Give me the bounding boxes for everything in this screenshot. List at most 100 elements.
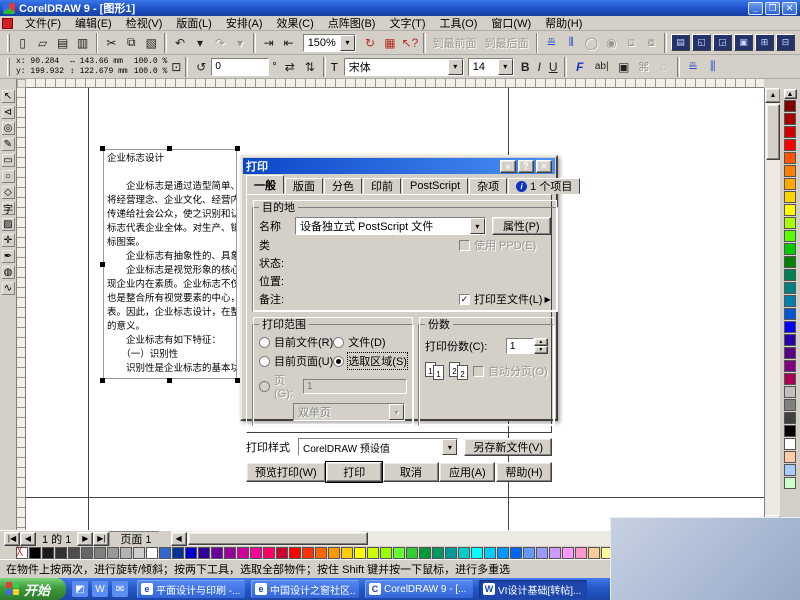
export-icon[interactable]: ⇤ xyxy=(279,33,299,53)
palette-swatch[interactable] xyxy=(784,412,796,424)
quicklaunch-media-icon[interactable]: ◩ xyxy=(72,581,88,597)
palette-swatch[interactable] xyxy=(237,547,249,559)
font-family-combo[interactable]: 宋体 ▾ xyxy=(344,58,464,76)
dialog-tab[interactable]: 杂项 xyxy=(469,178,507,194)
html-text-icon[interactable]: ⌘ xyxy=(634,57,654,77)
palette-swatch[interactable] xyxy=(784,477,796,489)
palette-swatch[interactable] xyxy=(406,547,418,559)
palette-swatch[interactable] xyxy=(784,282,796,294)
redo-icon[interactable]: ↷ xyxy=(210,33,230,53)
palette-swatch[interactable] xyxy=(328,547,340,559)
palette-swatch[interactable] xyxy=(419,547,431,559)
zoom-tool[interactable]: ◎ xyxy=(1,121,16,136)
toolbar-grip[interactable] xyxy=(7,58,10,76)
help-button[interactable]: 帮助(H) xyxy=(496,462,552,482)
menu-item[interactable]: 文件(F) xyxy=(18,14,68,32)
freehand-tool[interactable]: ✎ xyxy=(1,137,16,152)
selection-handle[interactable] xyxy=(100,378,105,383)
no-fill-swatch[interactable] xyxy=(16,547,28,559)
minimize-button[interactable]: _ xyxy=(748,2,763,15)
combine-icon[interactable]: ⧇ xyxy=(641,33,661,53)
palette-swatch[interactable] xyxy=(784,347,796,359)
palette-swatch[interactable] xyxy=(29,547,41,559)
palette-swatch[interactable] xyxy=(341,547,353,559)
palette-swatch[interactable] xyxy=(367,547,379,559)
palette-swatch[interactable] xyxy=(784,464,796,476)
format-text-icon[interactable]: ⫼ xyxy=(703,57,723,77)
vertical-scroll-thumb[interactable] xyxy=(766,104,780,160)
spin-up-icon[interactable]: ▲ xyxy=(534,338,548,346)
docker-button-5[interactable]: ⊞ xyxy=(755,34,774,51)
taskbar-task[interactable]: e 平面设计与印刷 -... xyxy=(137,580,245,598)
to-front-button[interactable]: 到最前面 xyxy=(429,34,481,52)
rotation-angle-field[interactable]: 0 xyxy=(211,58,269,76)
new-icon[interactable]: ▯ xyxy=(13,33,33,53)
polygon-tool[interactable]: ◇ xyxy=(1,185,16,200)
scroll-left-icon[interactable]: ◀ xyxy=(171,532,187,546)
group-icon[interactable]: ⧈ xyxy=(621,33,641,53)
palette-swatch[interactable] xyxy=(471,547,483,559)
vertical-ruler[interactable] xyxy=(17,88,26,530)
palette-swatch[interactable] xyxy=(784,256,796,268)
docker-button-2[interactable]: ◱ xyxy=(692,34,711,51)
interactive-fill-tool[interactable]: ▨ xyxy=(1,217,16,232)
interactive-blend-tool[interactable]: ∿ xyxy=(1,281,16,296)
eyedropper-tool[interactable]: ✛ xyxy=(1,233,16,248)
menu-item[interactable]: 效果(C) xyxy=(270,14,321,32)
text-tool[interactable]: 字 xyxy=(1,201,16,216)
palette-swatch[interactable] xyxy=(784,152,796,164)
menu-item[interactable]: 文字(T) xyxy=(382,14,432,32)
palette-swatch[interactable] xyxy=(276,547,288,559)
menu-item[interactable]: 安排(A) xyxy=(219,14,270,32)
palette-swatch[interactable] xyxy=(211,547,223,559)
palette-scroll-up-icon[interactable]: ▲ xyxy=(784,89,797,99)
guideline-vertical-left[interactable] xyxy=(88,88,89,530)
palette-swatch[interactable] xyxy=(536,547,548,559)
fit-text-icon[interactable]: ◌ xyxy=(654,57,674,77)
palette-swatch[interactable] xyxy=(784,399,796,411)
taskbar-task[interactable]: e 中国设计之窗社区... xyxy=(251,580,359,598)
print-style-combo[interactable]: CorelDRAW 预设值 ▾ xyxy=(298,438,458,456)
chevron-down-icon[interactable]: ▾ xyxy=(498,59,513,75)
mirror-vertical-icon[interactable]: ⇅ xyxy=(300,57,320,77)
redo-dropdown-icon[interactable]: ▾ xyxy=(230,33,250,53)
paste-icon[interactable]: ▧ xyxy=(141,33,161,53)
outline-tool[interactable]: ✒ xyxy=(1,249,16,264)
palette-swatch[interactable] xyxy=(289,547,301,559)
palette-swatch[interactable] xyxy=(224,547,236,559)
radio-current-document[interactable]: 目前文件(R) xyxy=(259,334,333,350)
palette-swatch[interactable] xyxy=(315,547,327,559)
selection-handle[interactable] xyxy=(235,146,240,151)
palette-swatch[interactable] xyxy=(549,547,561,559)
chevron-down-icon[interactable]: ▾ xyxy=(448,59,463,75)
palette-swatch[interactable] xyxy=(81,547,93,559)
start-button[interactable]: 开始 xyxy=(0,578,66,600)
quicklaunch-mail-icon[interactable]: ✉ xyxy=(112,581,128,597)
bold-button[interactable]: B xyxy=(518,57,533,77)
menu-item[interactable]: 版面(L) xyxy=(169,14,218,32)
trim-icon[interactable]: ◉ xyxy=(601,33,621,53)
to-back-button[interactable]: 到最后面 xyxy=(481,34,533,52)
palette-swatch[interactable] xyxy=(107,547,119,559)
palette-swatch[interactable] xyxy=(784,243,796,255)
weld-icon[interactable]: ◯ xyxy=(581,33,601,53)
palette-swatch[interactable] xyxy=(784,269,796,281)
copies-stepper[interactable]: ▲ ▼ xyxy=(506,338,548,354)
menu-item[interactable]: 工具(O) xyxy=(433,14,485,32)
align-icon[interactable]: ≞ xyxy=(541,33,561,53)
lock-ratio-icon[interactable]: ⊡ xyxy=(170,57,182,77)
selection-handle[interactable] xyxy=(100,262,105,267)
context-help-button[interactable]: ? xyxy=(518,160,534,173)
palette-swatch[interactable] xyxy=(588,547,600,559)
chevron-down-icon[interactable]: ▾ xyxy=(442,439,457,455)
mirror-horizontal-icon[interactable]: ⇄ xyxy=(280,57,300,77)
palette-swatch[interactable] xyxy=(432,547,444,559)
docker-button-3[interactable]: ◲ xyxy=(713,34,732,51)
even-odd-combo[interactable]: 双单页 ▾ xyxy=(293,403,405,421)
selection-handle[interactable] xyxy=(167,378,172,383)
ellipse-tool[interactable]: ○ xyxy=(1,169,16,184)
chevron-down-icon[interactable]: ▾ xyxy=(389,404,404,420)
palette-swatch[interactable] xyxy=(159,547,171,559)
refresh-icon[interactable]: ↻ xyxy=(360,33,380,53)
palette-swatch[interactable] xyxy=(784,139,796,151)
